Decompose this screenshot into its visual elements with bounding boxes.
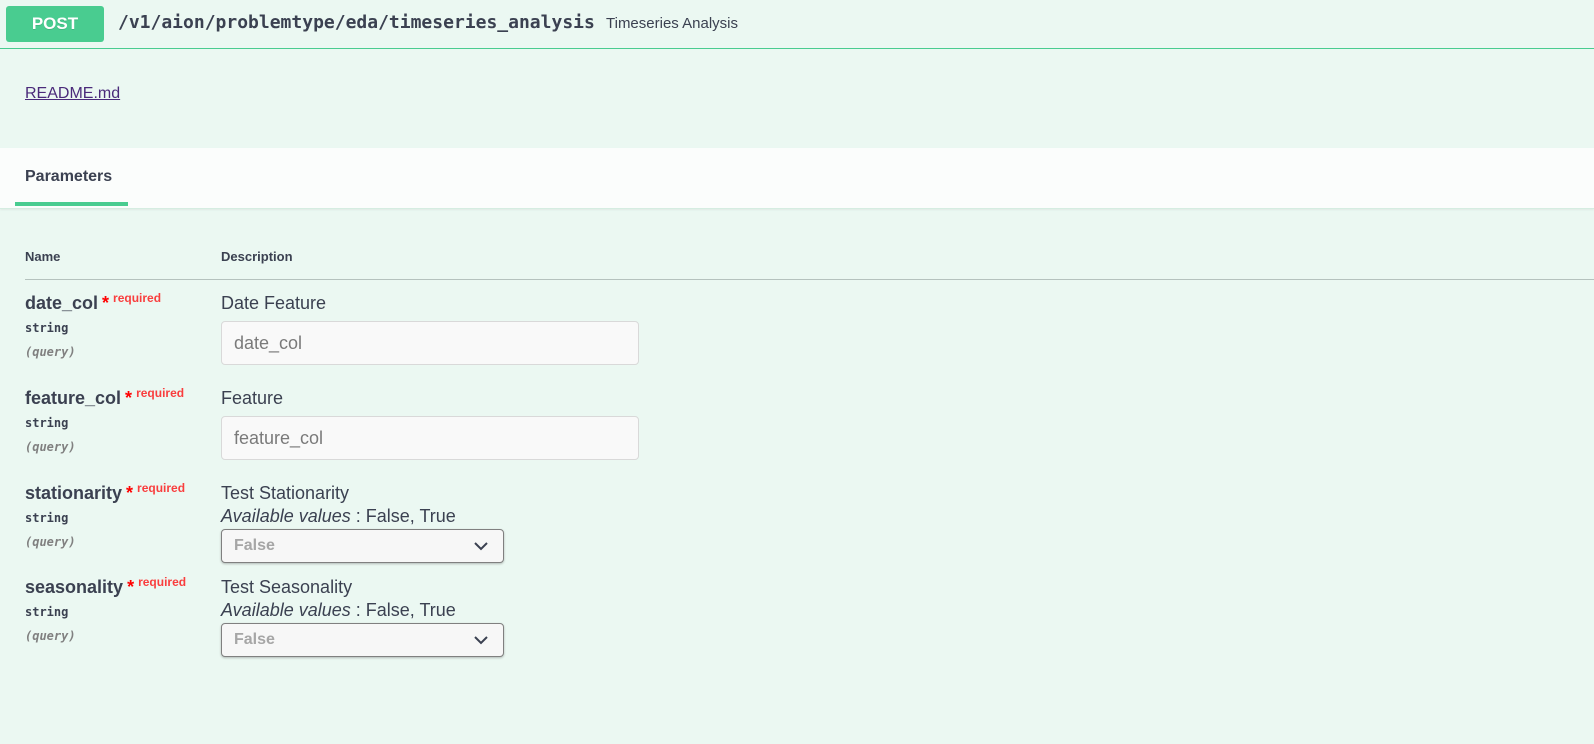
parameter-name: stationarity — [25, 483, 123, 503]
feature-col-input[interactable] — [221, 416, 639, 460]
column-header-description: Description — [221, 249, 293, 264]
stationarity-select[interactable]: False — [221, 529, 504, 563]
available-values: Available values : False, True — [221, 600, 456, 621]
parameter-type: string — [25, 321, 69, 335]
parameter-in: (query) — [25, 535, 76, 549]
opblock-summary[interactable]: POST /v1/aion/problemtype/eda/timeseries… — [0, 0, 1594, 49]
chevron-down-icon — [474, 542, 488, 551]
parameter-type: string — [25, 605, 69, 619]
required-star: * — [102, 293, 110, 313]
chevron-down-icon — [474, 636, 488, 645]
parameter-name-container: date_col * required — [25, 291, 162, 314]
available-values-label: Available values — [221, 506, 351, 526]
parameter-description: Test Stationarity — [221, 483, 350, 503]
required-label: required — [138, 575, 187, 589]
required-label: required — [113, 291, 162, 305]
method-badge: POST — [6, 6, 104, 42]
parameter-name-container: stationarity * required — [25, 481, 186, 504]
parameter-in: (query) — [25, 440, 76, 454]
parameter-in: (query) — [25, 629, 76, 643]
parameter-description: Date Feature — [221, 293, 327, 313]
parameter-name: feature_col — [25, 388, 122, 408]
select-value: False — [234, 631, 275, 648]
parameter-name-container: seasonality * required — [25, 575, 187, 598]
parameter-name: date_col — [25, 293, 99, 313]
column-header-name: Name — [25, 249, 61, 264]
parameter-name-container: feature_col * required — [25, 386, 185, 409]
tab-header: Parameters — [0, 148, 1594, 209]
available-values: Available values : False, True — [221, 506, 456, 527]
required-star: * — [127, 577, 135, 597]
required-star: * — [125, 388, 133, 408]
parameter-name: seasonality — [25, 577, 124, 597]
active-tab-indicator — [15, 202, 128, 206]
available-values-list: : False, True — [355, 600, 456, 620]
parameter-in: (query) — [25, 345, 76, 359]
endpoint-path: /v1/aion/problemtype/eda/timeseries_anal… — [118, 12, 595, 33]
required-label: required — [136, 386, 185, 400]
seasonality-select[interactable]: False — [221, 623, 504, 657]
header-divider — [25, 279, 1594, 280]
parameter-description: Test Seasonality — [221, 577, 353, 597]
parameter-description: Feature — [221, 388, 284, 408]
parameter-type: string — [25, 416, 69, 430]
endpoint-summary: Timeseries Analysis — [606, 15, 738, 32]
parameter-type: string — [25, 511, 69, 525]
date-col-input[interactable] — [221, 321, 639, 365]
required-label: required — [137, 481, 186, 495]
tab-parameters[interactable]: Parameters — [25, 168, 112, 186]
select-value: False — [234, 537, 275, 554]
available-values-label: Available values — [221, 600, 351, 620]
required-star: * — [126, 483, 134, 503]
available-values-list: : False, True — [355, 506, 456, 526]
readme-link[interactable]: README.md — [25, 85, 120, 103]
